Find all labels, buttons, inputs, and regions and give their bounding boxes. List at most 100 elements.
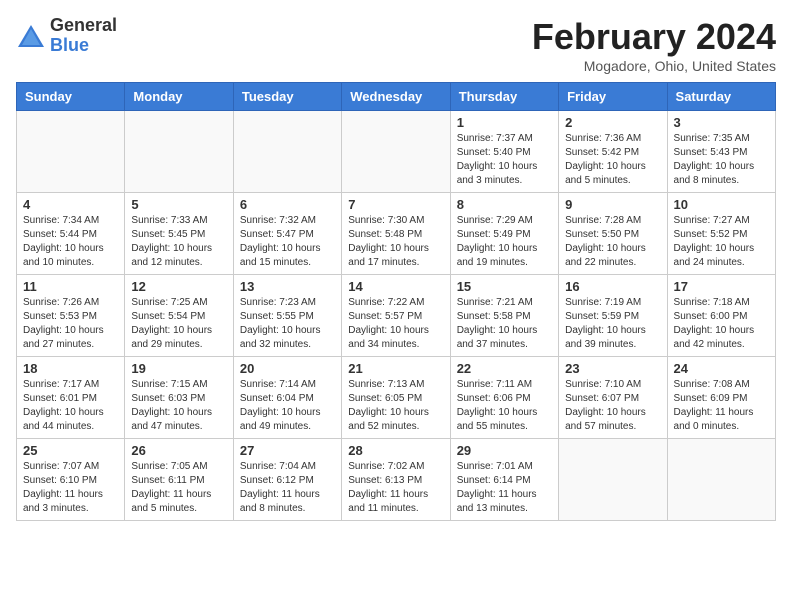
day-number: 8 xyxy=(457,197,552,212)
calendar-week-4: 18 Sunrise: 7:17 AM Sunset: 6:01 PM Dayli… xyxy=(17,357,776,439)
day-number: 21 xyxy=(348,361,443,376)
weekday-header-wednesday: Wednesday xyxy=(342,83,450,111)
calendar-cell: 29 Sunrise: 7:01 AM Sunset: 6:14 PM Dayli… xyxy=(450,439,558,521)
day-number: 23 xyxy=(565,361,660,376)
day-number: 13 xyxy=(240,279,335,294)
day-info: Sunrise: 7:30 AM Sunset: 5:48 PM Dayligh… xyxy=(348,214,443,270)
calendar-cell: 27 Sunrise: 7:04 AM Sunset: 6:12 PM Dayli… xyxy=(233,439,341,521)
calendar-cell: 3 Sunrise: 7:35 AM Sunset: 5:43 PM Daylig… xyxy=(667,111,775,193)
day-info: Sunrise: 7:34 AM Sunset: 5:44 PM Dayligh… xyxy=(23,214,118,270)
day-info: Sunrise: 7:25 AM Sunset: 5:54 PM Dayligh… xyxy=(131,296,226,352)
day-info: Sunrise: 7:37 AM Sunset: 5:40 PM Dayligh… xyxy=(457,132,552,188)
calendar-cell xyxy=(125,111,233,193)
day-number: 14 xyxy=(348,279,443,294)
day-info: Sunrise: 7:32 AM Sunset: 5:47 PM Dayligh… xyxy=(240,214,335,270)
day-number: 16 xyxy=(565,279,660,294)
month-title: February 2024 xyxy=(532,16,776,58)
calendar-cell: 2 Sunrise: 7:36 AM Sunset: 5:42 PM Daylig… xyxy=(559,111,667,193)
title-block: February 2024 Mogadore, Ohio, United Sta… xyxy=(532,16,776,74)
day-info: Sunrise: 7:04 AM Sunset: 6:12 PM Dayligh… xyxy=(240,460,335,516)
calendar-cell: 25 Sunrise: 7:07 AM Sunset: 6:10 PM Dayli… xyxy=(17,439,125,521)
weekday-header-friday: Friday xyxy=(559,83,667,111)
day-info: Sunrise: 7:28 AM Sunset: 5:50 PM Dayligh… xyxy=(565,214,660,270)
day-number: 17 xyxy=(674,279,769,294)
day-number: 26 xyxy=(131,443,226,458)
calendar-cell xyxy=(233,111,341,193)
day-info: Sunrise: 7:08 AM Sunset: 6:09 PM Dayligh… xyxy=(674,378,769,434)
calendar-cell: 15Sunrise: 7:21 AM Sunset: 5:58 PM Dayli… xyxy=(450,275,558,357)
day-info: Sunrise: 7:11 AM Sunset: 6:06 PM Dayligh… xyxy=(457,378,552,434)
day-info: Sunrise: 7:17 AM Sunset: 6:01 PM Dayligh… xyxy=(23,378,118,434)
calendar-week-2: 4Sunrise: 7:34 AM Sunset: 5:44 PM Daylig… xyxy=(17,193,776,275)
weekday-header-tuesday: Tuesday xyxy=(233,83,341,111)
calendar-cell: 14 Sunrise: 7:22 AM Sunset: 5:57 PM Dayli… xyxy=(342,275,450,357)
day-info: Sunrise: 7:01 AM Sunset: 6:14 PM Dayligh… xyxy=(457,460,552,516)
day-info: Sunrise: 7:13 AM Sunset: 6:05 PM Dayligh… xyxy=(348,378,443,434)
calendar-cell: 9Sunrise: 7:28 AM Sunset: 5:50 PM Daylig… xyxy=(559,193,667,275)
day-number: 5 xyxy=(131,197,226,212)
logo-icon xyxy=(16,21,46,51)
calendar-table: SundayMondayTuesdayWednesdayThursdayFrid… xyxy=(16,82,776,521)
calendar-cell: 19Sunrise: 7:15 AM Sunset: 6:03 PM Dayli… xyxy=(125,357,233,439)
day-number: 7 xyxy=(348,197,443,212)
day-number: 6 xyxy=(240,197,335,212)
calendar-cell: 16 Sunrise: 7:19 AM Sunset: 5:59 PM Dayli… xyxy=(559,275,667,357)
day-info: Sunrise: 7:07 AM Sunset: 6:10 PM Dayligh… xyxy=(23,460,118,516)
day-number: 12 xyxy=(131,279,226,294)
day-info: Sunrise: 7:21 AM Sunset: 5:58 PM Dayligh… xyxy=(457,296,552,352)
day-number: 22 xyxy=(457,361,552,376)
calendar-cell: 22 Sunrise: 7:11 AM Sunset: 6:06 PM Dayli… xyxy=(450,357,558,439)
day-info: Sunrise: 7:36 AM Sunset: 5:42 PM Dayligh… xyxy=(565,132,660,188)
weekday-header-thursday: Thursday xyxy=(450,83,558,111)
calendar-cell xyxy=(17,111,125,193)
day-number: 25 xyxy=(23,443,118,458)
day-number: 2 xyxy=(565,115,660,130)
day-info: Sunrise: 7:05 AM Sunset: 6:11 PM Dayligh… xyxy=(131,460,226,516)
day-info: Sunrise: 7:29 AM Sunset: 5:49 PM Dayligh… xyxy=(457,214,552,270)
day-number: 19 xyxy=(131,361,226,376)
calendar-cell: 8 Sunrise: 7:29 AM Sunset: 5:49 PM Daylig… xyxy=(450,193,558,275)
calendar-week-1: 1 Sunrise: 7:37 AM Sunset: 5:40 PM Daylig… xyxy=(17,111,776,193)
calendar-cell: 23 Sunrise: 7:10 AM Sunset: 6:07 PM Dayli… xyxy=(559,357,667,439)
calendar-cell: 13Sunrise: 7:23 AM Sunset: 5:55 PM Dayli… xyxy=(233,275,341,357)
calendar-cell: 20 Sunrise: 7:14 AM Sunset: 6:04 PM Dayli… xyxy=(233,357,341,439)
calendar-cell: 5 Sunrise: 7:33 AM Sunset: 5:45 PM Daylig… xyxy=(125,193,233,275)
day-info: Sunrise: 7:26 AM Sunset: 5:53 PM Dayligh… xyxy=(23,296,118,352)
day-number: 18 xyxy=(23,361,118,376)
calendar-cell: 18 Sunrise: 7:17 AM Sunset: 6:01 PM Dayli… xyxy=(17,357,125,439)
calendar-cell: 1 Sunrise: 7:37 AM Sunset: 5:40 PM Daylig… xyxy=(450,111,558,193)
location-text: Mogadore, Ohio, United States xyxy=(532,58,776,74)
calendar-cell xyxy=(559,439,667,521)
day-number: 24 xyxy=(674,361,769,376)
calendar-cell: 26 Sunrise: 7:05 AM Sunset: 6:11 PM Dayli… xyxy=(125,439,233,521)
day-info: Sunrise: 7:19 AM Sunset: 5:59 PM Dayligh… xyxy=(565,296,660,352)
calendar-cell xyxy=(667,439,775,521)
calendar-cell: 7 Sunrise: 7:30 AM Sunset: 5:48 PM Daylig… xyxy=(342,193,450,275)
day-number: 1 xyxy=(457,115,552,130)
logo-blue-text: Blue xyxy=(50,36,117,56)
day-number: 3 xyxy=(674,115,769,130)
day-number: 10 xyxy=(674,197,769,212)
day-info: Sunrise: 7:27 AM Sunset: 5:52 PM Dayligh… xyxy=(674,214,769,270)
calendar-cell: 10 Sunrise: 7:27 AM Sunset: 5:52 PM Dayli… xyxy=(667,193,775,275)
calendar-cell: 4Sunrise: 7:34 AM Sunset: 5:44 PM Daylig… xyxy=(17,193,125,275)
weekday-header-sunday: Sunday xyxy=(17,83,125,111)
calendar-week-5: 25 Sunrise: 7:07 AM Sunset: 6:10 PM Dayli… xyxy=(17,439,776,521)
day-info: Sunrise: 7:22 AM Sunset: 5:57 PM Dayligh… xyxy=(348,296,443,352)
day-info: Sunrise: 7:14 AM Sunset: 6:04 PM Dayligh… xyxy=(240,378,335,434)
calendar-cell: 17 Sunrise: 7:18 AM Sunset: 6:00 PM Dayli… xyxy=(667,275,775,357)
day-number: 29 xyxy=(457,443,552,458)
logo: General Blue xyxy=(16,16,117,56)
page-header: General Blue February 2024 Mogadore, Ohi… xyxy=(16,16,776,74)
day-info: Sunrise: 7:10 AM Sunset: 6:07 PM Dayligh… xyxy=(565,378,660,434)
day-info: Sunrise: 7:35 AM Sunset: 5:43 PM Dayligh… xyxy=(674,132,769,188)
day-number: 20 xyxy=(240,361,335,376)
day-info: Sunrise: 7:18 AM Sunset: 6:00 PM Dayligh… xyxy=(674,296,769,352)
day-number: 27 xyxy=(240,443,335,458)
day-number: 28 xyxy=(348,443,443,458)
calendar-cell: 12 Sunrise: 7:25 AM Sunset: 5:54 PM Dayli… xyxy=(125,275,233,357)
day-info: Sunrise: 7:33 AM Sunset: 5:45 PM Dayligh… xyxy=(131,214,226,270)
day-number: 11 xyxy=(23,279,118,294)
calendar-cell: 28Sunrise: 7:02 AM Sunset: 6:13 PM Dayli… xyxy=(342,439,450,521)
calendar-header-row: SundayMondayTuesdayWednesdayThursdayFrid… xyxy=(17,83,776,111)
